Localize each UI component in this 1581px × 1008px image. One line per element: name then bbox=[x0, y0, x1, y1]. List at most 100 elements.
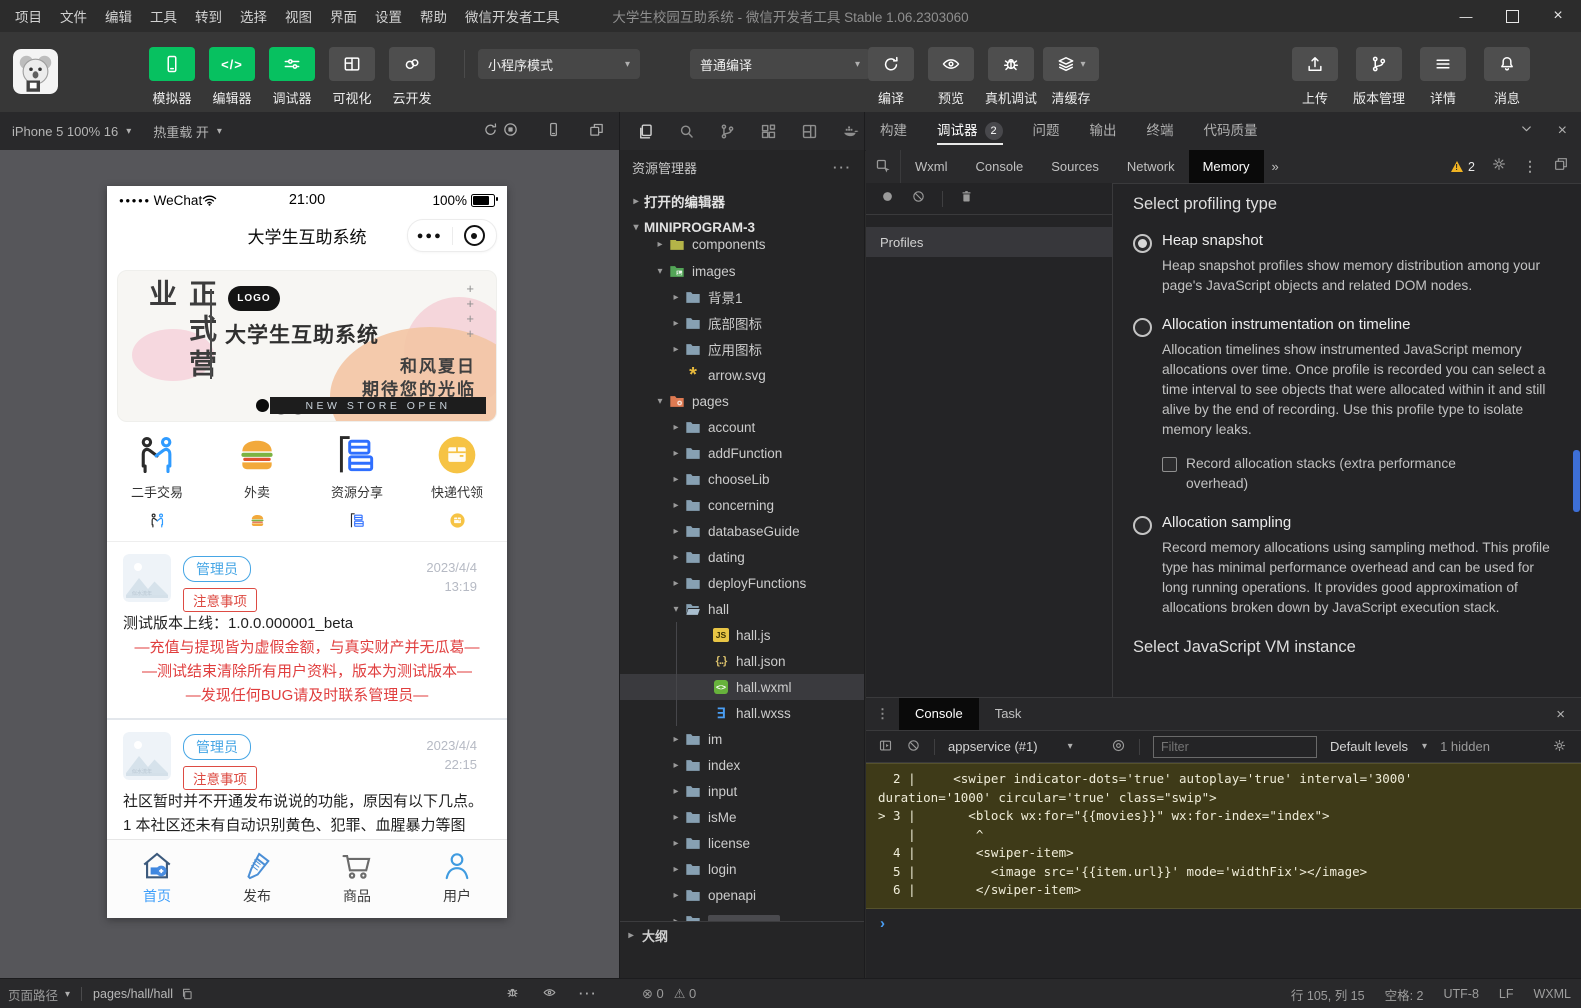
console-tab-Task[interactable]: Task bbox=[979, 698, 1038, 730]
tree-item-license[interactable]: ▸ license bbox=[620, 830, 864, 856]
upload-icon[interactable] bbox=[1292, 47, 1338, 81]
tree-item-index[interactable]: ▸ index bbox=[620, 752, 864, 778]
preview-eye-icon[interactable] bbox=[928, 47, 974, 81]
console-warning-message[interactable]: 2 | <swiper indicator-dots='true' autopl… bbox=[866, 763, 1581, 909]
visual-layout-icon[interactable] bbox=[329, 47, 375, 81]
tree-item-hall.js[interactable]: JS hall.js bbox=[620, 622, 864, 648]
tree-item-deployFunctions[interactable]: ▸ deployFunctions bbox=[620, 570, 864, 596]
panel-tab-问题[interactable]: 问题 bbox=[1033, 112, 1060, 150]
tree-item-打开的编辑器[interactable]: ▸ 打开的编辑器 bbox=[620, 188, 864, 214]
tabbar-item-首页[interactable]: 首页 bbox=[107, 840, 207, 918]
outline-section[interactable]: ▸ 大纲 bbox=[620, 921, 864, 948]
cloud-dev-icon[interactable] bbox=[389, 47, 435, 81]
kebab-menu-icon[interactable]: ⋮ bbox=[1523, 158, 1537, 175]
drag-handle-icon[interactable]: ⋮ bbox=[866, 706, 899, 722]
user-avatar[interactable] bbox=[13, 49, 58, 94]
search-icon[interactable] bbox=[677, 122, 696, 141]
inspect-element-icon[interactable] bbox=[866, 150, 901, 183]
trade-icon[interactable] bbox=[107, 432, 207, 478]
problems-summary[interactable]: ⊗ 0 ⚠ 0 bbox=[642, 986, 696, 1002]
tree-item-account[interactable]: ▸ account bbox=[620, 414, 864, 440]
menu-item-9[interactable]: 帮助 bbox=[411, 6, 456, 26]
tree-item-concerning[interactable]: ▸ concerning bbox=[620, 492, 864, 518]
menu-item-10[interactable]: 微信开发者工具 bbox=[456, 6, 569, 26]
details-list-icon[interactable] bbox=[1420, 47, 1466, 81]
chevron-down-icon[interactable] bbox=[1519, 121, 1534, 141]
device-bug-icon[interactable] bbox=[988, 47, 1034, 81]
dock-side-icon[interactable] bbox=[1553, 156, 1569, 177]
statusbar-seg-4[interactable]: WXML bbox=[1534, 987, 1572, 1001]
mode-select[interactable]: 小程序模式 ▾ bbox=[478, 49, 640, 79]
radio-button[interactable] bbox=[1133, 318, 1152, 337]
trash-icon[interactable] bbox=[959, 189, 974, 209]
devtools-tab-Wxml[interactable]: Wxml bbox=[901, 150, 962, 183]
tree-item-chooseLib[interactable]: ▸ chooseLib bbox=[620, 466, 864, 492]
menu-item-4[interactable]: 转到 bbox=[186, 6, 231, 26]
toolbar-action-编译[interactable]: 编译 bbox=[862, 47, 920, 107]
filter-input[interactable] bbox=[1153, 735, 1317, 758]
tree-item-images[interactable]: ▾ images bbox=[620, 258, 864, 284]
tree-item-arrow.svg[interactable]: * arrow.svg bbox=[620, 362, 864, 388]
hot-reload-select[interactable]: 热重载 开 ▾ bbox=[153, 122, 222, 141]
tree-item-clipped[interactable]: ▸ bbox=[620, 908, 864, 922]
toolbar-action-消息[interactable]: 消息 bbox=[1476, 47, 1538, 107]
version-branch-icon[interactable] bbox=[1356, 47, 1402, 81]
menu-item-8[interactable]: 设置 bbox=[366, 6, 411, 26]
grid-item-资源分享[interactable]: 资源分享 bbox=[307, 432, 407, 529]
debug-sliders-icon[interactable] bbox=[269, 47, 315, 81]
eye-icon[interactable] bbox=[1111, 738, 1126, 756]
statusbar-seg-0[interactable]: 行 105, 列 15 bbox=[1291, 985, 1365, 1004]
toolbar-action-版本管理[interactable]: 版本管理 bbox=[1348, 47, 1410, 107]
tree-item-MINIPROGRAM-3[interactable]: ▾ MINIPROGRAM-3 bbox=[620, 214, 864, 240]
toolbar-mode-云开发[interactable]: 云开发 bbox=[383, 47, 441, 107]
layout-panel-icon[interactable] bbox=[800, 122, 819, 141]
tabbar-item-发布[interactable]: 发布 bbox=[207, 840, 307, 918]
tree-item-input[interactable]: ▸ input bbox=[620, 778, 864, 804]
source-control-icon[interactable] bbox=[718, 122, 737, 141]
books-small-icon[interactable] bbox=[307, 511, 407, 529]
toolbar-action-清缓存[interactable]: ▾ 清缓存 bbox=[1042, 47, 1100, 107]
statusbar-seg-1[interactable]: 空格: 2 bbox=[1385, 985, 1424, 1004]
panel-tab-构建[interactable]: 构建 bbox=[880, 112, 907, 150]
radio-button[interactable] bbox=[1133, 516, 1152, 535]
phone-rotate-icon[interactable] bbox=[545, 121, 562, 141]
device-select[interactable]: iPhone 5 100% 16 ▾ bbox=[12, 124, 131, 139]
levels-select[interactable]: Default levels ▾ bbox=[1330, 739, 1427, 754]
cache-layers-icon[interactable]: ▾ bbox=[1043, 47, 1099, 81]
compile-refresh-icon[interactable] bbox=[868, 47, 914, 81]
tree-item-hall.json[interactable]: {..} hall.json bbox=[620, 648, 864, 674]
grid-item-外卖[interactable]: 外卖 bbox=[207, 432, 307, 529]
console-settings-icon[interactable] bbox=[1552, 738, 1581, 756]
docker-icon[interactable] bbox=[841, 122, 860, 141]
tabbar-item-商品[interactable]: 商品 bbox=[307, 840, 407, 918]
tree-item-hall.wxml[interactable]: <> hall.wxml bbox=[620, 674, 864, 700]
panel-tab-终端[interactable]: 终端 bbox=[1147, 112, 1174, 150]
console-tab-Console[interactable]: Console bbox=[899, 698, 979, 730]
grid-item-快递代领[interactable]: 快递代领 bbox=[407, 432, 507, 529]
panel-close-icon[interactable]: × bbox=[1558, 122, 1567, 140]
message-bell-icon[interactable] bbox=[1484, 47, 1530, 81]
multi-window-icon[interactable] bbox=[588, 121, 605, 141]
tree-item-login[interactable]: ▸ login bbox=[620, 856, 864, 882]
checkbox[interactable] bbox=[1162, 457, 1177, 472]
page-path-label[interactable]: 页面路径 bbox=[8, 985, 58, 1004]
statusbar-bug-icon[interactable] bbox=[505, 985, 520, 1003]
toolbar-action-预览[interactable]: 预览 bbox=[922, 47, 980, 107]
toolbar-action-上传[interactable]: 上传 bbox=[1284, 47, 1346, 107]
console-close-icon[interactable]: × bbox=[1556, 706, 1581, 723]
capsule-close-icon[interactable] bbox=[453, 225, 497, 246]
page-path-value[interactable]: pages/hall/hall bbox=[93, 987, 173, 1001]
parcel-icon[interactable] bbox=[407, 432, 507, 478]
tree-item-components[interactable]: ▸ components bbox=[620, 240, 864, 258]
banner-carousel[interactable]: 正式营业 LOGO 大学生互助系统 + + + + 和风夏日 期待您的光临 NEW S… bbox=[117, 270, 497, 422]
tree-item-应用图标[interactable]: ▸ 应用图标 bbox=[620, 336, 864, 362]
clear-icon[interactable] bbox=[911, 189, 926, 209]
tree-item-背景1[interactable]: ▸ 背景1 bbox=[620, 284, 864, 310]
editor-icon[interactable]: </> bbox=[209, 47, 255, 81]
tree-item-addFunction[interactable]: ▸ addFunction bbox=[620, 440, 864, 466]
menu-item-1[interactable]: 文件 bbox=[51, 6, 96, 26]
settings-gear-icon[interactable] bbox=[1491, 156, 1507, 177]
toolbar-mode-编辑器[interactable]: </> 编辑器 bbox=[203, 47, 261, 107]
tabs-overflow-icon[interactable]: » bbox=[1264, 159, 1287, 174]
explorer-more-icon[interactable]: ··· bbox=[833, 160, 852, 175]
